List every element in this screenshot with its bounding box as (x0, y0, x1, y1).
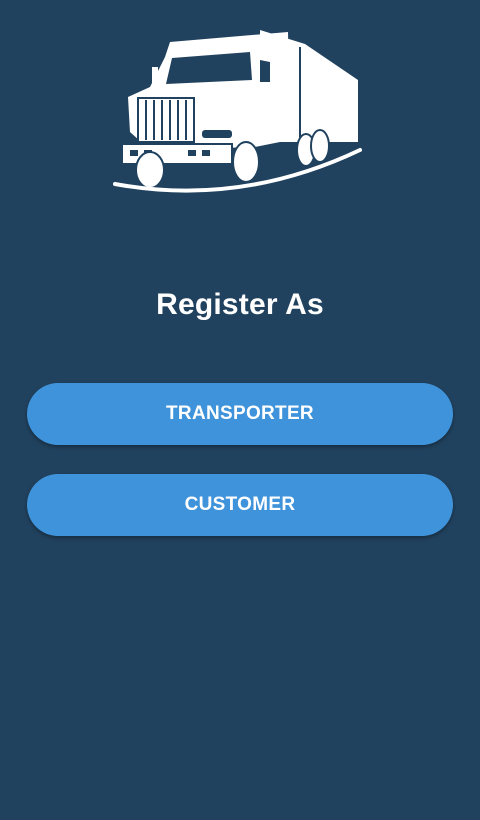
customer-button[interactable]: CUSTOMER (27, 474, 453, 536)
truck-logo-icon (113, 30, 362, 193)
transporter-button-label: TRANSPORTER (166, 403, 314, 424)
customer-button-label: CUSTOMER (184, 494, 296, 515)
transporter-button[interactable]: TRANSPORTER (27, 383, 453, 445)
register-screen: Register As TRANSPORTER CUSTOMER (0, 0, 480, 820)
page-title: Register As (156, 288, 324, 321)
